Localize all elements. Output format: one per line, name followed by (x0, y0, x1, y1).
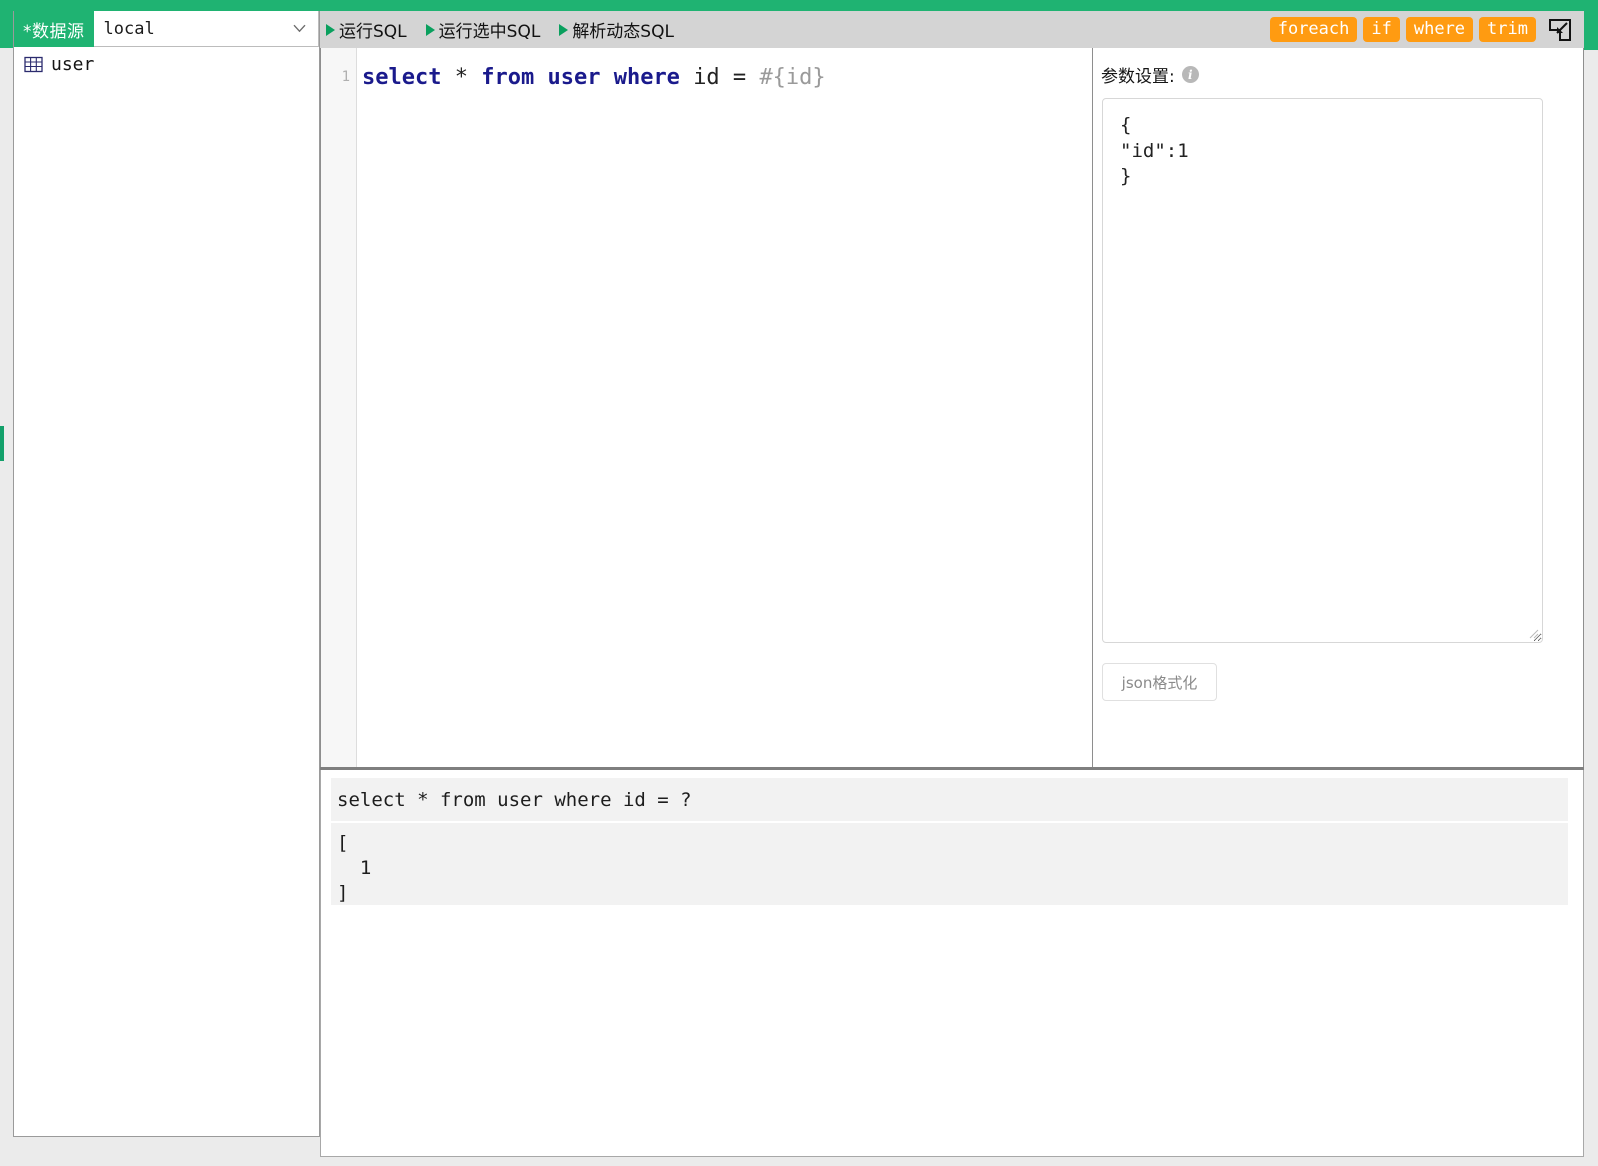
sql-token-table: user (547, 65, 600, 90)
datasource-sidebar: *数据源 local (13, 11, 320, 1137)
run-selected-sql-button[interactable]: 运行选中SQL (420, 17, 554, 42)
tag-if-button[interactable]: if (1363, 17, 1399, 43)
datasource-row: *数据源 local (14, 11, 319, 47)
sql-token-placeholder: #{id} (759, 65, 825, 90)
resize-grip-icon (1529, 629, 1539, 639)
sql-console-window: *数据源 local (0, 0, 1598, 1166)
sql-token-space-5 (680, 65, 693, 90)
sql-editor[interactable]: 1 select * from user where id = #{id} (320, 48, 1093, 767)
tag-trim-button[interactable]: trim (1479, 17, 1536, 43)
json-format-button[interactable]: json格式化 (1102, 663, 1217, 701)
top-left-accent (0, 0, 14, 48)
result-json-text: [ 1 ] (331, 823, 1568, 905)
line-number: 1 (321, 48, 356, 85)
sql-token-space-3 (534, 65, 547, 90)
sql-token-where: where (614, 65, 680, 90)
sql-code-content[interactable]: select * from user where id = #{id} (362, 48, 826, 94)
result-panel: select * from user where id = ? [ 1 ] (320, 770, 1584, 1157)
top-right-accent (1584, 0, 1598, 50)
tree-item-user[interactable]: user (14, 49, 319, 79)
sql-toolbar: 运行SQL 运行选中SQL 解析动态SQL foreach if where t… (320, 11, 1584, 48)
sql-token-from: from (481, 65, 534, 90)
run-sql-button[interactable]: 运行SQL (320, 17, 420, 42)
parse-dynamic-sql-label: 解析动态SQL (572, 17, 674, 42)
left-rail (0, 48, 13, 1156)
parse-dynamic-sql-button[interactable]: 解析动态SQL (553, 17, 687, 42)
top-accent-bar (0, 0, 1598, 11)
line-number-gutter: 1 (321, 48, 357, 767)
datasource-select[interactable]: local (94, 11, 320, 47)
run-selected-sql-label: 运行选中SQL (439, 17, 541, 42)
sql-token-space-4 (600, 65, 613, 90)
info-icon[interactable]: i (1182, 66, 1199, 83)
expand-collapse-icon[interactable] (1548, 18, 1572, 42)
tag-where-button[interactable]: where (1406, 17, 1473, 43)
parameter-settings-header: 参数设置: i (1093, 48, 1583, 87)
play-icon (559, 24, 568, 36)
sql-token-space-1 (441, 65, 454, 90)
sql-token-star: * (455, 65, 468, 90)
parameter-json-textarea[interactable]: { "id":1 } (1102, 98, 1543, 643)
parameter-settings-title: 参数设置: (1101, 62, 1175, 87)
sql-token-equals: = (720, 65, 760, 90)
table-tree: user (14, 49, 319, 79)
play-icon (426, 24, 435, 36)
tag-foreach-button[interactable]: foreach (1270, 17, 1358, 43)
sql-token-select: select (362, 65, 441, 90)
datasource-selected-value: local (94, 19, 155, 39)
sql-token-space-2 (468, 65, 481, 90)
sql-token-column: id (693, 65, 720, 90)
play-icon (326, 24, 335, 36)
run-sql-label: 运行SQL (339, 17, 407, 42)
chevron-down-icon (293, 24, 306, 32)
vertical-scrollbar-thumb[interactable] (0, 426, 4, 461)
datasource-label: *数据源 (14, 11, 94, 47)
parameter-settings-panel: 参数设置: i { "id":1 } json格式化 (1093, 48, 1584, 767)
tree-item-label: user (51, 54, 94, 75)
executed-sql-text: select * from user where id = ? (331, 778, 1568, 821)
table-icon (24, 55, 43, 74)
